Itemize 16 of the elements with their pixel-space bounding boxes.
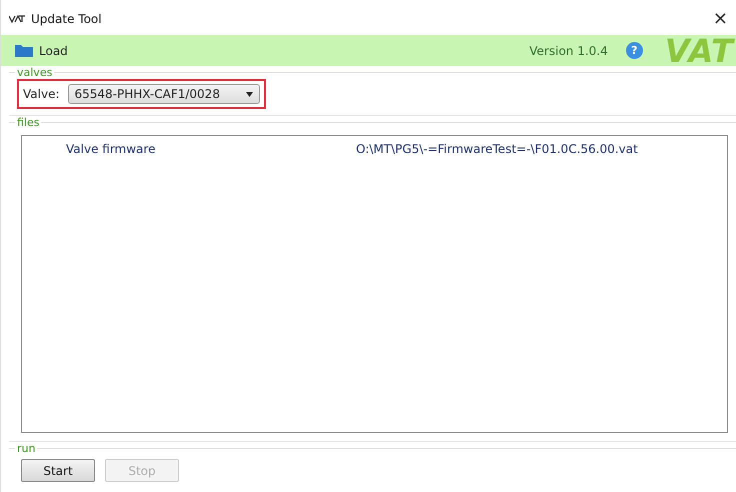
company-logo: VAT (664, 36, 734, 66)
action-button[interactable]: Start (21, 459, 95, 482)
version-label: Version 1.0.4 (529, 44, 608, 58)
group-title: files (16, 116, 40, 129)
valve-label: Valve: (23, 87, 60, 101)
load-button[interactable]: Load (39, 44, 68, 58)
group-title: run (16, 442, 36, 455)
close-button[interactable]: × (712, 10, 728, 28)
file-path: O:\MT\PG5\-=FirmwareTest=-\F01.0C.56.00.vat (356, 142, 639, 156)
folder-icon[interactable] (15, 44, 33, 57)
valve-dropdown[interactable]: 65548-PHHX-CAF1/0028 (68, 84, 260, 104)
window-title: Update Tool (31, 12, 103, 26)
file-name: Valve firmware (66, 142, 156, 156)
group-title: valves (16, 66, 54, 79)
caret-icon (246, 92, 252, 96)
app-logo-icon (9, 15, 25, 23)
